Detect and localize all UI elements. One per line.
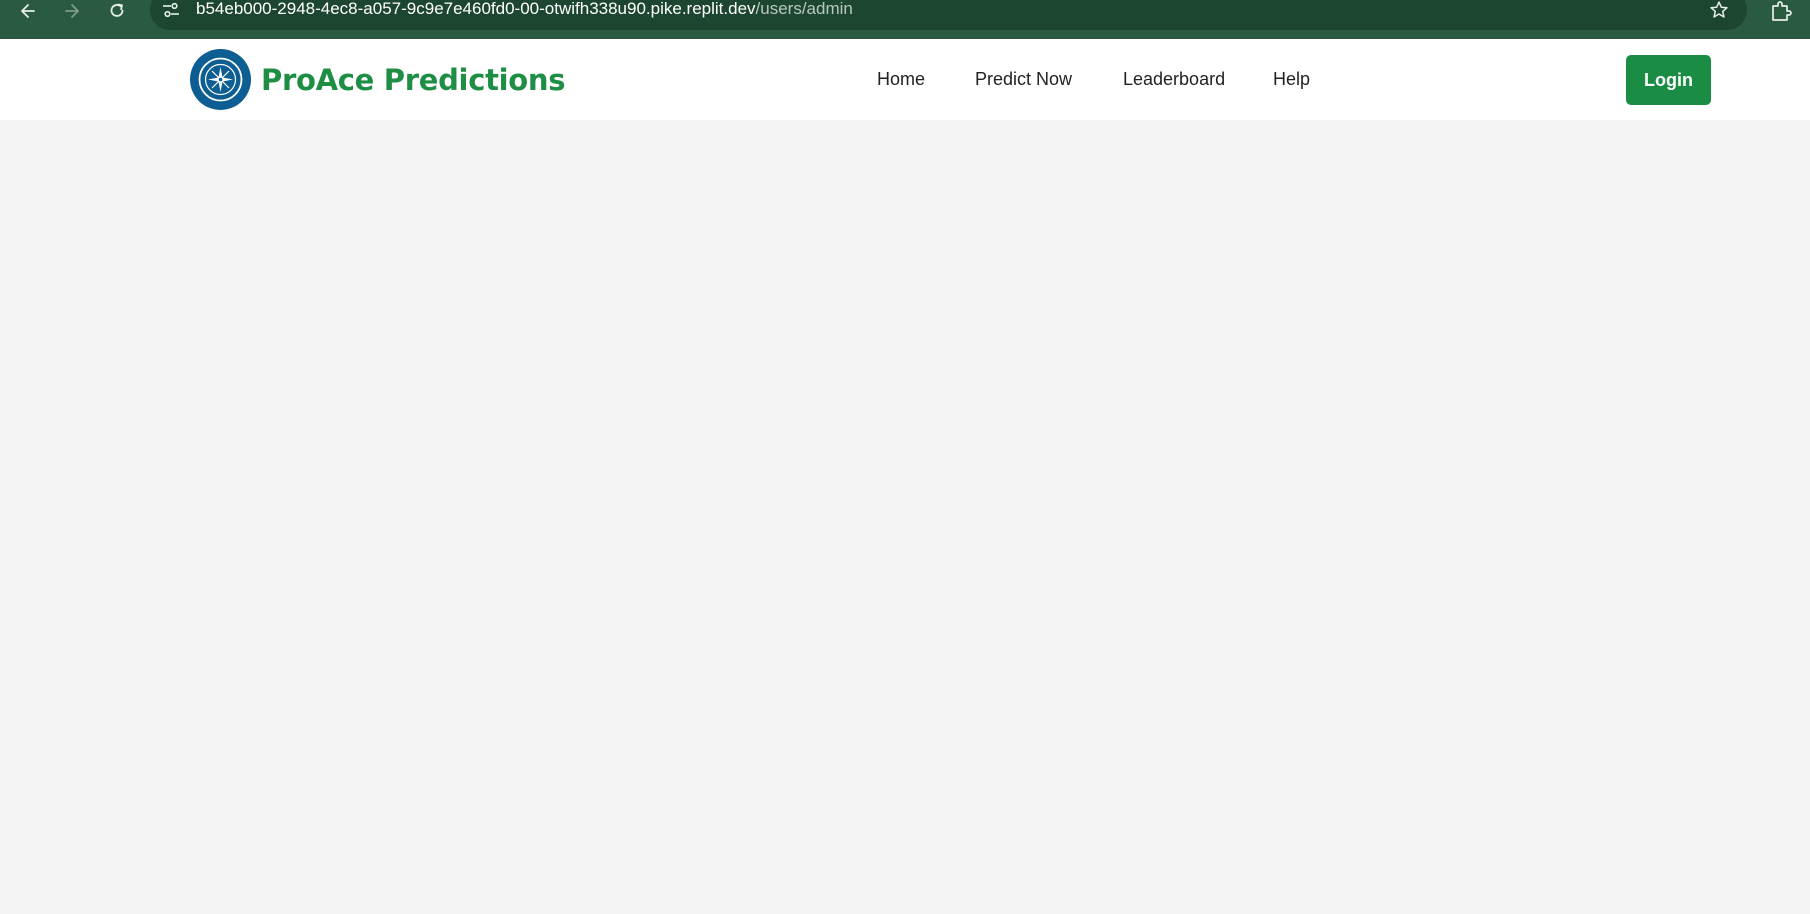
tune-icon[interactable] [162,2,180,18]
nav-help[interactable]: Help [1273,69,1310,90]
arrow-left-icon [21,4,35,18]
reload-button[interactable] [103,0,131,22]
url-text[interactable]: b54eb000-2948-4ec8-a057-9c9e7e460fd0-00-… [196,0,853,19]
puzzle-icon[interactable] [1769,0,1793,22]
nav-leaderboard[interactable]: Leaderboard [1123,69,1225,90]
arrow-right-icon [65,4,79,18]
url-host: b54eb000-2948-4ec8-a057-9c9e7e460fd0-00-… [196,0,756,18]
site-header: ProAce Predictions Home Predict Now Lead… [0,39,1810,120]
forward-button[interactable] [58,0,86,22]
reload-icon [110,3,124,17]
nav-home[interactable]: Home [877,69,925,90]
back-button[interactable] [14,0,42,22]
address-bar[interactable]: b54eb000-2948-4ec8-a057-9c9e7e460fd0-00-… [150,0,1747,30]
star-icon[interactable] [1709,0,1729,20]
brand-link[interactable]: ProAce Predictions [190,49,566,110]
page-content [0,120,1810,914]
url-path: /users/admin [755,0,853,18]
login-button[interactable]: Login [1626,55,1711,105]
compass-icon [190,49,251,110]
nav-predict-now[interactable]: Predict Now [975,69,1072,90]
brand-name: ProAce Predictions [261,62,566,97]
browser-toolbar: b54eb000-2948-4ec8-a057-9c9e7e460fd0-00-… [0,0,1810,39]
